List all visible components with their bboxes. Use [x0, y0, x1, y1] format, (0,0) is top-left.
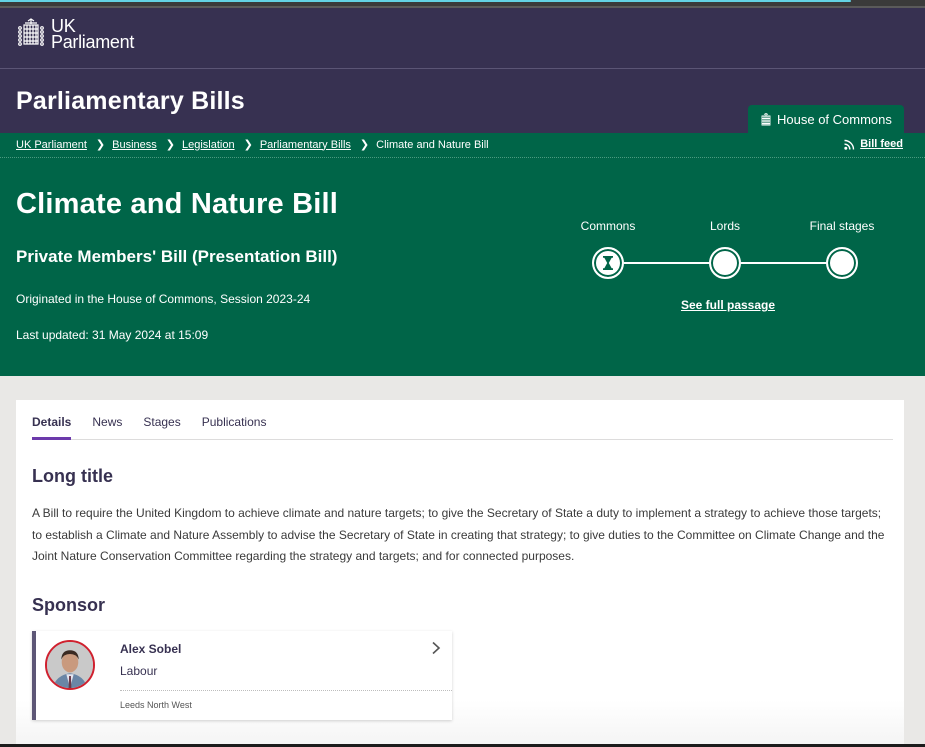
- browser-top-strip: [0, 0, 925, 8]
- stage-commons-in-progress: [592, 247, 624, 279]
- chevron-right-icon: ❯: [359, 139, 370, 151]
- house-tab-label: House of Commons: [777, 111, 892, 127]
- portcullis-icon: [18, 18, 44, 46]
- masthead: UK Parliament: [0, 8, 925, 69]
- stage-lords-not-started: [709, 247, 741, 279]
- long-title-heading: Long title: [32, 466, 113, 486]
- tab-publications[interactable]: Publications: [202, 400, 267, 439]
- bill-feed-label[interactable]: Bill feed: [860, 138, 903, 150]
- breadcrumb-business[interactable]: Business: [112, 139, 157, 151]
- tab-stages[interactable]: Stages: [143, 400, 180, 439]
- sponsor-constituency: Leeds North West: [120, 700, 192, 710]
- stage-label-final: Final stages: [809, 219, 875, 233]
- rss-icon: [844, 139, 855, 150]
- logo-line-2: Parliament: [51, 32, 135, 52]
- stage-connector: [741, 262, 831, 264]
- section-title[interactable]: Parliamentary Bills: [16, 87, 245, 116]
- stage-final-not-started: [826, 247, 858, 279]
- bill-origin: Originated in the House of Commons, Sess…: [16, 292, 311, 306]
- stage-label-lords: Lords: [709, 219, 741, 233]
- house-of-commons-tab[interactable]: House of Commons: [748, 105, 904, 133]
- page-load-progress-bar: [0, 0, 851, 2]
- stage-connector: [624, 262, 714, 264]
- see-full-passage-label[interactable]: See full passage: [681, 298, 775, 312]
- sponsor-heading: Sponsor: [32, 595, 106, 615]
- bill-stage-tracker: Commons Lords Final stages See full pass…: [560, 219, 900, 319]
- bill-title: Climate and Nature Bill: [16, 188, 339, 220]
- breadcrumb-legislation[interactable]: Legislation: [182, 139, 235, 151]
- breadcrumb-divider: [0, 157, 925, 158]
- bill-header: UK Parliament ❯ Business ❯ Legislation ❯…: [0, 133, 925, 376]
- hourglass-icon: [603, 256, 613, 270]
- breadcrumb-current: Climate and Nature Bill: [376, 138, 489, 151]
- sponsor-photo: [47, 642, 93, 688]
- chevron-right-icon: ❯: [165, 139, 175, 151]
- bill-feed-link[interactable]: Bill feed: [844, 138, 903, 150]
- tab-details[interactable]: Details: [32, 400, 72, 440]
- sponsor-name: Alex Sobel: [120, 642, 182, 656]
- bill-last-updated: Last updated: 31 May 2024 at 15:09: [16, 328, 209, 342]
- breadcrumb-parliamentary-bills[interactable]: Parliamentary Bills: [260, 139, 351, 151]
- uk-parliament-logo[interactable]: UK Parliament: [17, 17, 135, 52]
- chevron-right-icon: ❯: [95, 139, 106, 151]
- chevron-right-icon: [432, 641, 441, 655]
- sponsor-card[interactable]: Alex Sobel Labour Leeds North West: [32, 631, 452, 720]
- long-title-text: A Bill to require the United Kingdom to …: [32, 506, 885, 563]
- section-bar: Parliamentary Bills House of Commons: [0, 69, 925, 133]
- breadcrumb: UK Parliament ❯ Business ❯ Legislation ❯…: [16, 138, 489, 152]
- breadcrumb-uk-parliament[interactable]: UK Parliament: [16, 139, 87, 151]
- stage-label-commons: Commons: [580, 219, 636, 233]
- see-full-passage-link[interactable]: See full passage: [678, 298, 778, 312]
- sponsor-divider: [120, 690, 452, 691]
- tab-news[interactable]: News: [92, 400, 122, 439]
- content-card: Details News Stages Publications Long ti…: [16, 400, 904, 747]
- chevron-right-icon: ❯: [243, 139, 253, 151]
- sponsor-avatar: [45, 640, 95, 690]
- tab-bar: Details News Stages Publications: [32, 400, 893, 440]
- bill-type: Private Members' Bill (Presentation Bill…: [16, 247, 338, 266]
- portcullis-icon: [761, 112, 771, 125]
- sponsor-party: Labour: [120, 664, 158, 678]
